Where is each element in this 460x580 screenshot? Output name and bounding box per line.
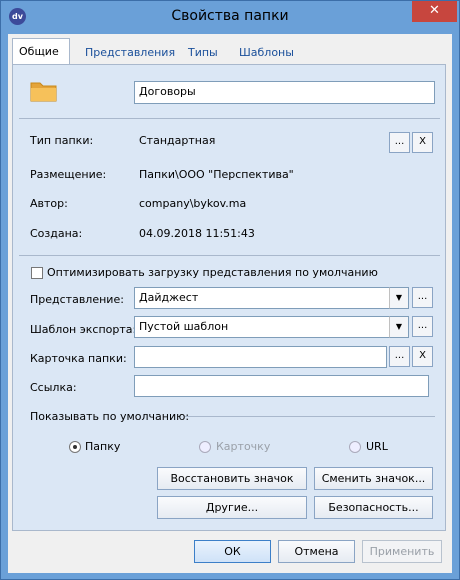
radio-folder-label[interactable]: Папку [85, 440, 120, 453]
radio-card-label: Карточку [216, 440, 271, 453]
author-value: company\bykov.ma [139, 197, 247, 210]
restore-icon-button[interactable]: Восстановить значок [157, 467, 307, 490]
window-title: Свойства папки [171, 8, 289, 24]
export-template-select[interactable]: Пустой шаблон [134, 316, 391, 338]
view-label: Представление: [30, 293, 124, 306]
location-label: Размещение: [30, 168, 107, 181]
folder-card-browse-button[interactable]: ... [389, 346, 410, 367]
folder-type-clear-button[interactable]: X [412, 132, 433, 153]
tab-templates[interactable]: Шаблоны [233, 42, 300, 64]
tab-general[interactable]: Общие [12, 38, 70, 65]
export-template-browse-button[interactable]: ... [412, 316, 433, 337]
folder-icon [30, 79, 58, 106]
view-browse-button[interactable]: ... [412, 287, 433, 308]
title-bar[interactable]: dv Свойства папки ✕ [1, 1, 459, 34]
ok-button[interactable]: ОК [194, 540, 271, 563]
change-icon-button[interactable]: Сменить значок... [314, 467, 433, 490]
folder-type-value: Стандартная [139, 134, 216, 147]
apply-button: Применить [362, 540, 442, 563]
export-template-label: Шаблон экспорта: [30, 323, 137, 336]
radio-url[interactable] [349, 441, 361, 453]
export-template-dropdown-button[interactable]: ▼ [389, 316, 409, 338]
optimize-checkbox[interactable] [31, 267, 43, 279]
view-dropdown-button[interactable]: ▼ [389, 287, 409, 309]
folder-type-browse-button[interactable]: ... [389, 132, 410, 153]
radio-url-label[interactable]: URL [366, 440, 388, 453]
chevron-down-icon: ▼ [395, 322, 403, 331]
other-button[interactable]: Другие... [157, 496, 307, 519]
optimize-label[interactable]: Оптимизировать загрузку представления по… [47, 266, 378, 279]
location-value: Папки\ООО "Перспектива" [139, 168, 294, 181]
folder-card-clear-button[interactable]: X [412, 346, 433, 367]
radio-card [199, 441, 211, 453]
folder-type-label: Тип папки: [30, 134, 94, 147]
close-button[interactable]: ✕ [412, 1, 457, 22]
chevron-down-icon: ▼ [395, 293, 403, 302]
cancel-button[interactable]: Отмена [278, 540, 355, 563]
tab-types[interactable]: Типы [182, 42, 224, 64]
folder-card-input[interactable] [134, 346, 387, 368]
created-label: Создана: [30, 227, 83, 240]
group-divider [185, 416, 435, 417]
link-label: Ссылка: [30, 381, 77, 394]
security-button[interactable]: Безопасность... [314, 496, 433, 519]
radio-folder[interactable] [69, 441, 81, 453]
separator [19, 255, 440, 256]
general-panel: Договоры Тип папки: Стандартная ... X Ра… [12, 64, 446, 531]
folder-card-label: Карточка папки: [30, 352, 127, 365]
dialog-client-area: Общие Представления Типы Шаблоны Договор… [8, 34, 452, 573]
separator [19, 118, 440, 119]
close-icon: ✕ [429, 3, 440, 18]
author-label: Автор: [30, 197, 68, 210]
created-value: 04.09.2018 11:51:43 [139, 227, 255, 240]
tab-views[interactable]: Представления [79, 42, 181, 64]
link-input[interactable] [134, 375, 429, 397]
folder-properties-window: dv Свойства папки ✕ Общие Представления … [0, 0, 460, 580]
view-select[interactable]: Дайджест [134, 287, 391, 309]
show-default-label: Показывать по умолчанию: [30, 410, 190, 423]
folder-name-input[interactable]: Договоры [134, 81, 435, 104]
